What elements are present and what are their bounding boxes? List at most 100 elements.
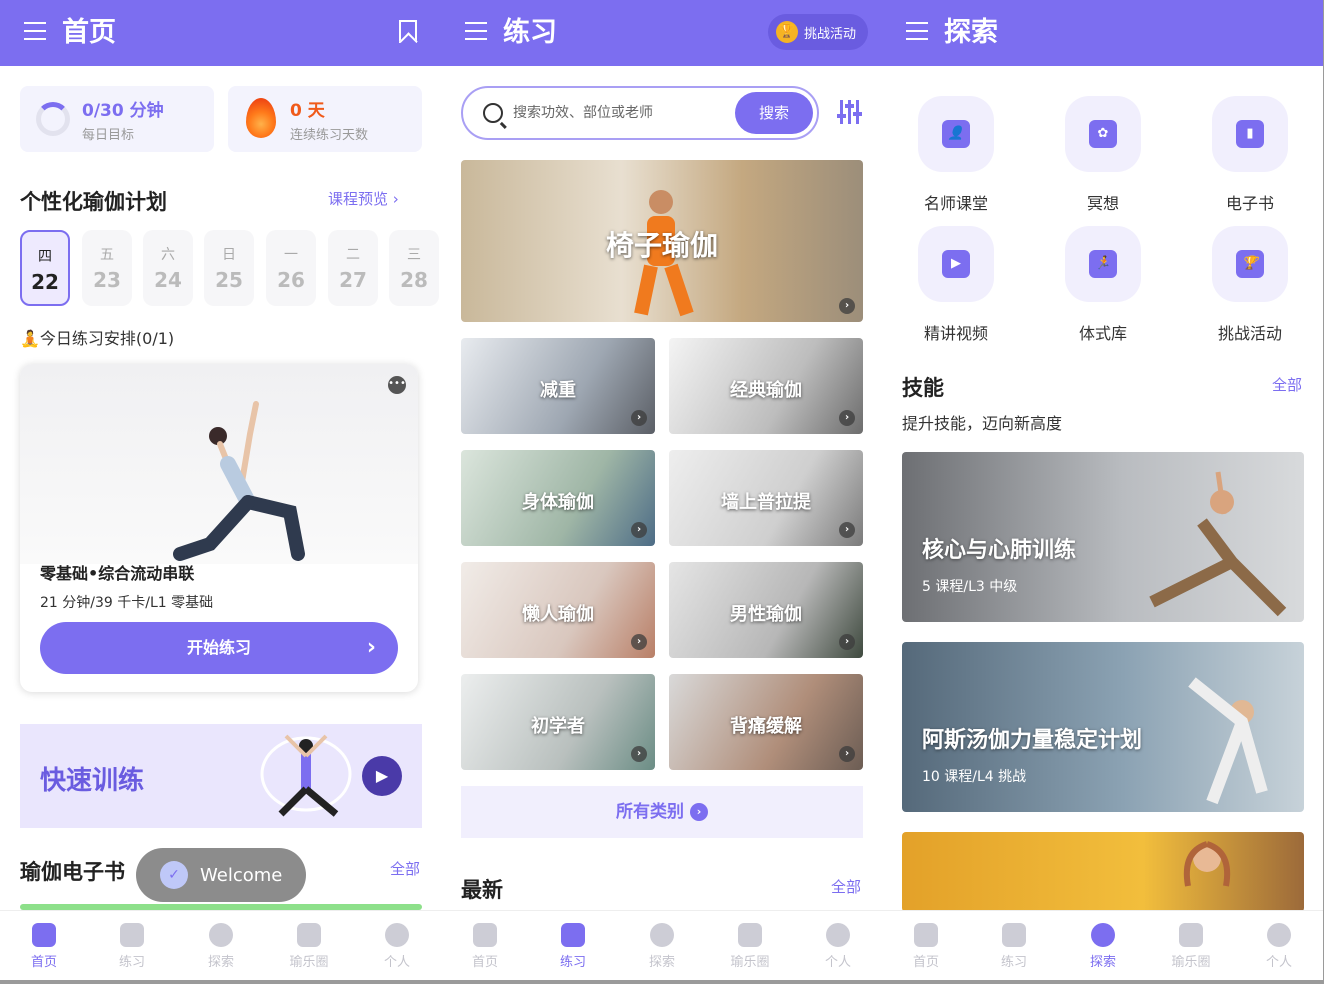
explore-header: 探索 bbox=[882, 0, 1323, 66]
search-input[interactable] bbox=[513, 88, 733, 138]
skills-subtitle: 提升技能，迈向新高度 bbox=[902, 414, 1063, 433]
day-chip[interactable]: 日 25 bbox=[204, 230, 254, 306]
tab-home[interactable]: 首页 bbox=[9, 923, 79, 970]
chat-icon bbox=[738, 923, 762, 947]
menu-icon[interactable] bbox=[906, 22, 928, 40]
tab-community[interactable]: 瑜乐圈 bbox=[274, 923, 344, 970]
tab-label: 个人 bbox=[824, 955, 851, 970]
search-button[interactable]: 搜索 bbox=[735, 92, 813, 134]
category-tile[interactable]: 墙上普拉提 › bbox=[669, 450, 863, 546]
tab-home[interactable]: 首页 bbox=[891, 923, 961, 970]
feature-pose-library[interactable]: 🏃 体式库 bbox=[1043, 226, 1163, 344]
chevron-right-icon: › bbox=[631, 410, 647, 426]
category-tile[interactable]: 减重 › bbox=[461, 338, 655, 434]
play-icon bbox=[561, 923, 585, 947]
lesson-image bbox=[20, 364, 418, 564]
tab-practice[interactable]: 练习 bbox=[538, 923, 608, 970]
day-chip[interactable]: 四 22 bbox=[20, 230, 70, 306]
feature-video[interactable]: ▶ 精讲视频 bbox=[896, 226, 1016, 344]
calendar-icon bbox=[32, 923, 56, 947]
feature-ebook[interactable]: ▮ 电子书 bbox=[1190, 96, 1310, 214]
menu-icon[interactable] bbox=[24, 22, 46, 40]
tile-label: 背痛缓解 bbox=[730, 716, 802, 737]
course-preview-link[interactable]: 课程预览 › bbox=[328, 188, 399, 209]
streak-card[interactable]: 0 天 连续练习天数 bbox=[228, 86, 422, 152]
program-card[interactable]: 阿斯汤伽力量稳定计划 10 课程/L4 挑战 bbox=[902, 642, 1304, 812]
tab-profile[interactable]: 个人 bbox=[362, 923, 432, 970]
tile-label: 男性瑜伽 bbox=[730, 604, 802, 625]
play-icon bbox=[1002, 923, 1026, 947]
day-weekday: 日 bbox=[222, 247, 236, 263]
filter-icon[interactable] bbox=[837, 100, 862, 124]
tab-label: 首页 bbox=[30, 955, 57, 970]
category-tile[interactable]: 懒人瑜伽 › bbox=[461, 562, 655, 658]
category-tile[interactable]: 男性瑜伽 › bbox=[669, 562, 863, 658]
chevron-right-icon: › bbox=[631, 522, 647, 538]
tab-practice[interactable]: 练习 bbox=[97, 923, 167, 970]
feature-label: 名师课堂 bbox=[923, 194, 988, 213]
chevron-right-icon: › bbox=[631, 746, 647, 762]
tab-label: 探索 bbox=[1089, 955, 1116, 970]
tab-label: 练习 bbox=[559, 955, 586, 970]
bookmark-icon[interactable] bbox=[399, 20, 417, 43]
start-practice-button[interactable]: 开始练习 › bbox=[40, 622, 398, 674]
category-tile[interactable]: 背痛缓解 › bbox=[669, 674, 863, 770]
feature-meditation[interactable]: ✿ 冥想 bbox=[1043, 96, 1163, 214]
video-icon: ▶ bbox=[918, 226, 994, 302]
start-practice-label: 开始练习 bbox=[186, 638, 251, 657]
day-date: 27 bbox=[339, 268, 367, 292]
day-date: 23 bbox=[93, 268, 121, 292]
practice-header: 练习 🏆 挑战活动 bbox=[441, 0, 882, 66]
calendar-icon bbox=[473, 923, 497, 947]
play-icon[interactable]: ▶ bbox=[362, 756, 402, 796]
day-chip[interactable]: 五 23 bbox=[82, 230, 132, 306]
program-card[interactable] bbox=[902, 832, 1304, 912]
tab-community[interactable]: 瑜乐圈 bbox=[715, 923, 785, 970]
page-title: 练习 bbox=[503, 17, 557, 48]
category-tile[interactable]: 身体瑜伽 › bbox=[461, 450, 655, 546]
day-chip[interactable]: 三 28 bbox=[389, 230, 439, 306]
lesson-card[interactable]: ••• 零基础•综合流动串联 21 分钟/39 千卡/L1 零基础 开始练习 › bbox=[20, 364, 418, 692]
more-icon[interactable]: ••• bbox=[388, 376, 406, 394]
feature-label: 电子书 bbox=[1225, 194, 1274, 213]
skills-all-link[interactable]: 全部 bbox=[1272, 374, 1302, 395]
tab-home[interactable]: 首页 bbox=[450, 923, 520, 970]
tile-label: 椅子瑜伽 bbox=[605, 229, 718, 262]
quick-training-banner[interactable]: 快速训练 ▶ bbox=[20, 724, 422, 828]
meditation-icon: 🧘 bbox=[20, 329, 40, 348]
program-card[interactable]: 核心与心肺训练 5 课程/L3 中级 bbox=[902, 452, 1304, 622]
category-tile[interactable]: 初学者 › bbox=[461, 674, 655, 770]
day-chip[interactable]: 一 26 bbox=[266, 230, 316, 306]
menu-icon[interactable] bbox=[465, 22, 487, 40]
today-schedule-label: 今日练习安排(0/1) bbox=[39, 329, 175, 348]
tab-explore[interactable]: 探索 bbox=[186, 923, 256, 970]
category-tile-chair-yoga[interactable]: 椅子瑜伽 › bbox=[461, 160, 863, 322]
tab-explore[interactable]: 探索 bbox=[1068, 923, 1138, 970]
category-tile[interactable]: 经典瑜伽 › bbox=[669, 338, 863, 434]
welcome-toast: ✓ Welcome bbox=[136, 848, 306, 902]
tab-practice[interactable]: 练习 bbox=[979, 923, 1049, 970]
home-screen: 首页 0/30 分钟 每日目标 0 天 连续练习天数 个性化瑜伽计划 课程预览 … bbox=[0, 0, 441, 980]
tab-label: 个人 bbox=[1265, 955, 1292, 970]
latest-all-link[interactable]: 全部 bbox=[831, 876, 861, 897]
tab-community[interactable]: 瑜乐圈 bbox=[1156, 923, 1226, 970]
all-categories-button[interactable]: 所有类别 › bbox=[461, 786, 863, 838]
ebook-section-title: 瑜伽电子书 bbox=[20, 860, 125, 884]
ebook-all-link[interactable]: 全部 bbox=[390, 858, 420, 879]
chevron-right-icon: › bbox=[366, 635, 376, 660]
lesson-title: 零基础•综合流动串联 bbox=[40, 564, 195, 583]
teacher-icon: 👤 bbox=[918, 96, 994, 172]
chevron-right-icon: › bbox=[392, 190, 399, 208]
chevron-right-icon: › bbox=[839, 746, 855, 762]
day-chip[interactable]: 六 24 bbox=[143, 230, 193, 306]
day-chip[interactable]: 二 27 bbox=[328, 230, 378, 306]
feature-challenge[interactable]: 🏆 挑战活动 bbox=[1190, 226, 1310, 344]
quick-training-illustration bbox=[260, 734, 352, 817]
play-icon bbox=[120, 923, 144, 947]
tab-explore[interactable]: 探索 bbox=[627, 923, 697, 970]
daily-goal-card[interactable]: 0/30 分钟 每日目标 bbox=[20, 86, 214, 152]
tab-profile[interactable]: 个人 bbox=[803, 923, 873, 970]
feature-master-class[interactable]: 👤 名师课堂 bbox=[896, 96, 1016, 214]
tab-profile[interactable]: 个人 bbox=[1244, 923, 1314, 970]
challenge-chip[interactable]: 🏆 挑战活动 bbox=[767, 14, 868, 50]
